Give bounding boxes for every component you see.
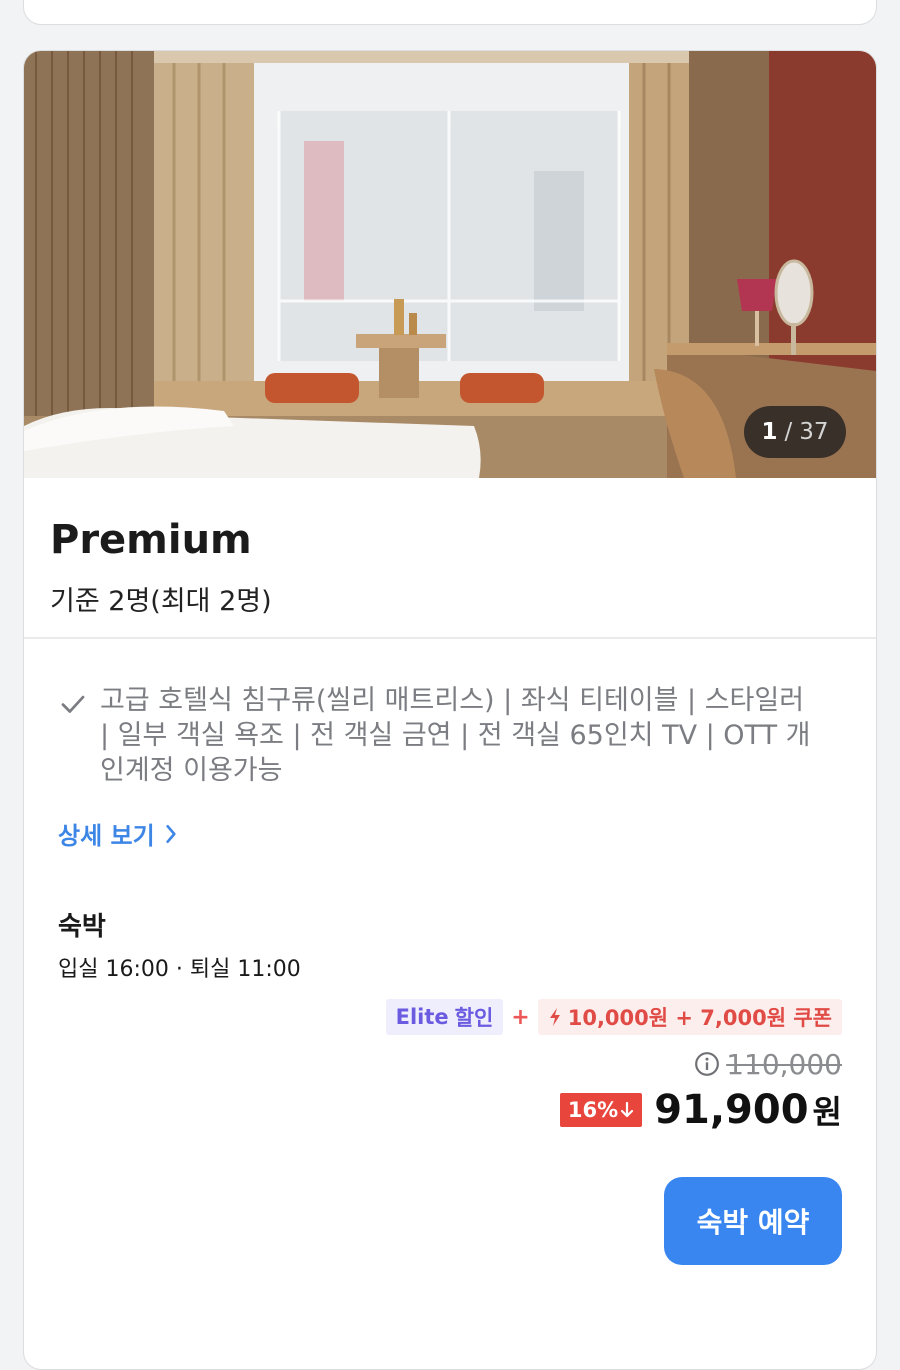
amenity-list: 고급 호텔식 침구류(씰리 매트리스) | 좌식 티테이블 | 스타일러 | 일… — [58, 683, 818, 788]
section-divider — [24, 637, 876, 639]
room-photo-illustration — [24, 51, 876, 478]
checkin-checkout-times: 입실 16:00 · 퇴실 11:00 — [58, 957, 301, 982]
stay-type-title: 숙박 — [58, 912, 106, 942]
discount-badge: 16% — [559, 1093, 643, 1127]
original-price: 110,000 — [726, 1047, 842, 1081]
photo-counter-current: 1 — [761, 419, 778, 445]
price-currency: 원 — [812, 1093, 842, 1131]
room-photo[interactable]: 1 / 37 — [24, 51, 876, 478]
discount-rate: 16% — [567, 1098, 619, 1122]
room-capacity: 기준 2명(최대 2명) — [50, 586, 272, 617]
photo-counter-total: 37 — [799, 419, 829, 445]
book-stay-button[interactable]: 숙박 예약 — [664, 1177, 842, 1265]
bolt-icon — [549, 1008, 560, 1026]
info-icon[interactable] — [694, 1051, 720, 1077]
arrow-down-icon — [621, 1101, 634, 1118]
original-price-row: 110,000 — [694, 1047, 842, 1081]
promo-plus: + — [511, 1004, 530, 1030]
photo-counter-separator: / — [784, 419, 793, 445]
detail-link-label: 상세 보기 — [58, 822, 155, 850]
room-name: Premium — [50, 517, 252, 563]
chevron-right-icon — [166, 824, 176, 843]
final-price: 91,900 — [654, 1087, 809, 1133]
check-icon — [61, 695, 85, 713]
coupon-label: 10,000원 + 7,000원 쿠폰 — [567, 1006, 832, 1030]
room-card: 1 / 37 Premium 기준 2명(최대 2명) 고급 호텔식 침구류(씰… — [23, 50, 877, 1370]
photo-counter: 1 / 37 — [744, 406, 846, 458]
elite-suffix: 할인 — [454, 1006, 494, 1030]
final-price-row: 16% 91,900 원 — [559, 1087, 842, 1133]
elite-label: Elite — [395, 1005, 449, 1029]
amenity-description: 고급 호텔식 침구류(씰리 매트리스) | 좌식 티테이블 | 스타일러 | 일… — [100, 685, 811, 786]
elite-discount-badge: Elite 할인 — [385, 999, 504, 1035]
detail-link[interactable]: 상세 보기 — [58, 816, 179, 851]
previous-card-bottom — [23, 0, 877, 25]
coupon-badge: 10,000원 + 7,000원 쿠폰 — [537, 999, 842, 1035]
promo-row: Elite 할인 + 10,000원 + 7,000원 쿠폰 — [385, 999, 842, 1035]
